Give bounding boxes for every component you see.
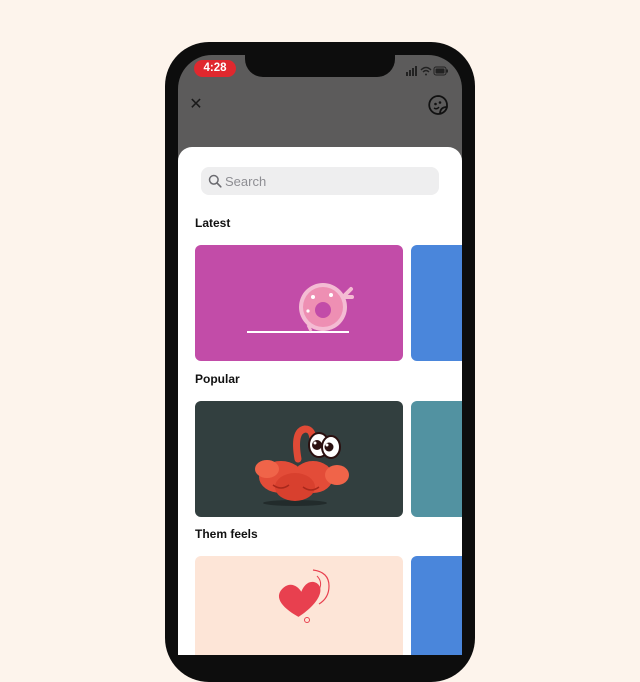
- sticker-card-them-feels[interactable]: [195, 556, 403, 655]
- sticker-card-popular[interactable]: [195, 401, 403, 517]
- sticker-card-latest-next[interactable]: [411, 245, 462, 361]
- search-input[interactable]: [225, 167, 425, 195]
- notch: [245, 55, 395, 77]
- signal-icon: [406, 66, 417, 76]
- sticker-card-them-feels-next[interactable]: [411, 556, 462, 655]
- search-bar[interactable]: [201, 167, 439, 195]
- sticker-picker-sheet: Latest Popular: [178, 147, 462, 655]
- section-title-them-feels: Them feels: [195, 527, 258, 541]
- close-button[interactable]: ✕: [186, 95, 206, 115]
- search-icon: [208, 174, 222, 188]
- section-title-popular: Popular: [195, 372, 240, 386]
- heart-sticker: [279, 569, 330, 623]
- status-time: 4:28: [194, 60, 236, 77]
- sticker-card-latest[interactable]: [195, 245, 403, 361]
- status-icons: [406, 63, 448, 81]
- section-title-latest: Latest: [195, 216, 231, 230]
- sticker-card-popular-next[interactable]: [411, 401, 462, 517]
- red-crab-sticker: [255, 425, 349, 506]
- pink-donut-sticker: [247, 283, 354, 333]
- battery-icon: [433, 66, 448, 76]
- sticker-button[interactable]: [426, 93, 450, 117]
- sticker-icon: [428, 95, 448, 115]
- wifi-icon: [420, 66, 432, 76]
- phone-screen: 4:28 ✕ Search Latest Popular Them feels: [178, 55, 462, 655]
- close-icon: ✕: [189, 96, 203, 113]
